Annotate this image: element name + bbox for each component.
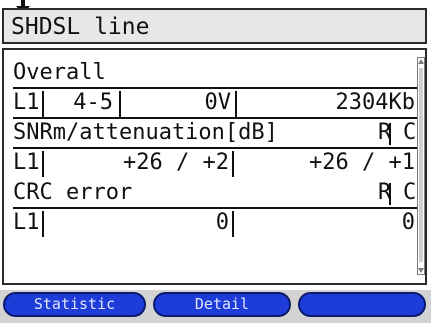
- scroll-thumb[interactable]: [419, 68, 423, 262]
- crc-c-value: 0: [401, 210, 415, 235]
- detail-button[interactable]: Detail: [153, 292, 291, 317]
- column-divider: [42, 91, 44, 117]
- rate-value: 2304Kb: [335, 90, 415, 115]
- scroll-down-icon[interactable]: [418, 266, 424, 274]
- snr-heading: SNRm/attenuation[dB]: [13, 120, 278, 145]
- pair-value: 4-5: [73, 90, 113, 115]
- snr-row: L1 +26 / +2 +26 / +1: [13, 149, 417, 177]
- crc-row: L1 0 0: [13, 209, 417, 237]
- softkey-bar: Statistic Detail: [0, 290, 431, 323]
- column-divider: [42, 211, 44, 237]
- voltage-value: 0V: [204, 90, 232, 115]
- scroll-up-icon[interactable]: [418, 58, 424, 66]
- crc-r-value: 0: [215, 210, 229, 235]
- column-divider: [42, 151, 44, 177]
- snr-r-value: +26 / +2: [123, 150, 229, 175]
- page-title: SHDSL line: [2, 8, 427, 44]
- column-divider: [235, 91, 237, 117]
- crc-heading: CRC error: [13, 180, 133, 205]
- shdsl-screen: SHDSL line Overall L1 4-5 0V 2304Kb SNRm…: [0, 0, 431, 323]
- line-label: L1: [13, 150, 40, 175]
- snr-heading-row: SNRm/attenuation[dB] R C: [13, 119, 417, 147]
- column-divider: [389, 183, 391, 205]
- results-panel: Overall L1 4-5 0V 2304Kb SNRm/attenuatio…: [2, 48, 427, 285]
- vertical-scrollbar[interactable]: [417, 57, 425, 275]
- column-divider: [119, 91, 121, 117]
- overall-heading: Overall: [13, 60, 106, 85]
- line-label: L1: [13, 210, 40, 235]
- softkey-3-button[interactable]: [298, 292, 426, 317]
- crc-heading-row: CRC error R C: [13, 179, 417, 207]
- snr-col-c: C: [403, 120, 417, 145]
- snr-c-value: +26 / +1: [309, 150, 415, 175]
- column-divider: [389, 123, 391, 145]
- column-divider: [232, 211, 234, 237]
- column-divider: [232, 151, 234, 177]
- overall-row: L1 4-5 0V 2304Kb: [13, 89, 417, 117]
- crc-col-c: C: [403, 180, 417, 205]
- line-label: L1: [13, 90, 40, 115]
- statistic-button[interactable]: Statistic: [3, 292, 146, 317]
